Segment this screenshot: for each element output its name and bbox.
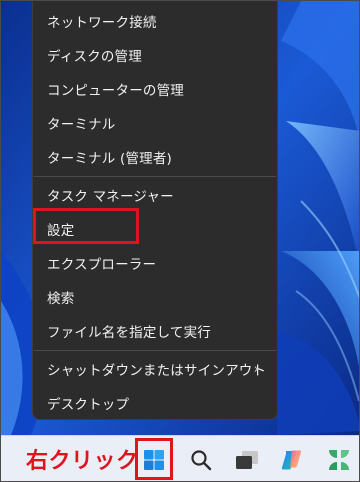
- menu-item-disk-management[interactable]: ディスクの管理: [37, 40, 273, 70]
- menu-item-label: ターミナル: [47, 117, 116, 133]
- menu-item-file-explorer[interactable]: エクスプローラー: [37, 248, 273, 278]
- menu-item-label: エクスプローラー: [47, 257, 157, 273]
- menu-item-label: デスクトップ: [47, 397, 130, 413]
- right-click-annotation: 右クリック: [26, 449, 139, 474]
- menu-item-computer-management[interactable]: コンピューターの管理: [37, 74, 273, 104]
- menu-separator: [34, 176, 276, 177]
- taskbar-search-button[interactable]: [185, 444, 217, 476]
- menu-item-terminal-admin[interactable]: ターミナル (管理者): [37, 142, 273, 172]
- menu-item-label: ディスクの管理: [47, 49, 142, 65]
- menu-separator: [34, 350, 276, 351]
- task-view-icon: [236, 451, 258, 469]
- copilot-button[interactable]: [277, 444, 309, 476]
- menu-item-label: ファイル名を指定して実行: [47, 325, 211, 341]
- widgets-icon: [329, 450, 349, 470]
- menu-item-terminal[interactable]: ターミナル: [37, 108, 273, 138]
- menu-item-label: コンピューターの管理: [47, 83, 184, 99]
- menu-item-label: タスク マネージャー: [47, 189, 174, 205]
- menu-item-label: ネットワーク接続: [47, 15, 157, 31]
- task-view-button[interactable]: [231, 444, 263, 476]
- menu-item-label: シャットダウンまたはサインアウト: [47, 363, 267, 379]
- settings-highlight-box: [33, 208, 139, 244]
- copilot-icon: [281, 450, 302, 470]
- chevron-right-icon: ›: [253, 362, 259, 377]
- menu-item-search[interactable]: 検索: [37, 282, 273, 312]
- menu-item-task-manager[interactable]: タスク マネージャー: [37, 180, 273, 210]
- search-icon: [191, 450, 212, 471]
- menu-item-label: ターミナル (管理者): [47, 151, 173, 167]
- menu-item-label: 検索: [47, 291, 75, 307]
- menu-item-network-connections[interactable]: ネットワーク接続: [37, 6, 273, 36]
- screenshot: ネットワーク接続 ディスクの管理 コンピューターの管理 ターミナル ターミナル …: [0, 0, 360, 482]
- menu-item-desktop[interactable]: デスクトップ: [37, 388, 273, 418]
- widgets-button[interactable]: [323, 444, 355, 476]
- start-button-highlight-box: [135, 438, 173, 480]
- menu-item-run[interactable]: ファイル名を指定して実行: [37, 316, 273, 346]
- menu-item-shutdown-or-sign-out[interactable]: シャットダウンまたはサインアウト ›: [37, 354, 273, 384]
- taskbar: 右クリック: [1, 435, 359, 481]
